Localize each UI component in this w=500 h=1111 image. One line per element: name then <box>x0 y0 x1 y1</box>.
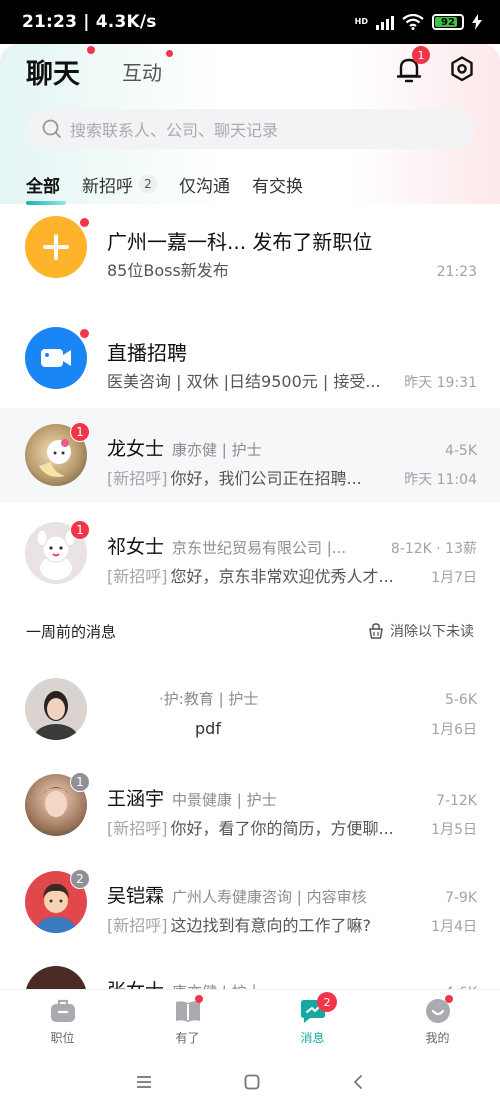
unread-dot <box>80 329 89 338</box>
nav-messages-badge: 2 <box>317 992 337 1012</box>
title-unread-dot <box>87 46 95 54</box>
unread-badge: 1 <box>70 772 90 792</box>
battery-icon: 92 <box>432 14 464 30</box>
tab-exchanged[interactable]: 有交换 <box>252 172 303 197</box>
contact-company: 康亦健 | 护士 <box>172 441 262 459</box>
conversation-message: 医美咨询 | 双休 |日结9500元 | 接受... <box>107 372 381 391</box>
clear-unread-button[interactable]: 消除以下未读 <box>367 621 474 641</box>
conversation-time: 昨天 11:04 <box>404 472 477 488</box>
contact-company: 京东世纪贸易有限公司 |... <box>172 539 347 557</box>
salary-range: 7-9K <box>444 890 477 906</box>
signal-icon <box>376 14 394 30</box>
tab-communicated-only[interactable]: 仅沟通 <box>179 172 230 197</box>
wifi-icon <box>402 14 424 30</box>
salary-range: 5-6K <box>444 692 477 708</box>
avatar <box>25 327 87 389</box>
hd-indicator: HD <box>354 17 368 26</box>
conversation-time: 1月5日 <box>431 822 477 838</box>
contact-name: 祁女士 <box>107 536 165 558</box>
nav-me[interactable]: 我的 <box>375 990 500 1053</box>
unread-badge: 1 <box>70 422 90 442</box>
briefcase-icon <box>50 999 75 1022</box>
search-input[interactable]: 搜索联系人、公司、聊天记录 <box>26 109 474 149</box>
unread-badge: 2 <box>70 869 90 889</box>
plus-icon <box>43 234 69 260</box>
search-icon <box>42 119 61 138</box>
new-greeting-tag: [新招呼] <box>107 567 168 586</box>
filter-tabs: 全部 新招呼 2 仅沟通 有交换 <box>26 168 325 205</box>
conversation-message: 85位Boss新发布 <box>107 261 229 280</box>
older-messages-header: 一周前的消息 消除以下未读 <box>26 620 474 642</box>
unread-dot <box>80 218 89 227</box>
conversation-title: 广州一嘉一科... 发布了新职位 <box>107 230 373 254</box>
contact-name: 吴铠霖 <box>107 885 165 907</box>
conversation-item[interactable]: 1 祁女士 京东世纪贸易有限公司 |... 8-12K · 13薪 [新招呼] … <box>0 506 500 600</box>
charging-icon <box>472 14 482 30</box>
salary-range: 7-12K <box>436 793 477 809</box>
broom-icon <box>369 623 383 639</box>
header: 聊天 互动 1 <box>0 44 500 108</box>
tab-all[interactable]: 全部 <box>26 172 66 205</box>
contact-name: 龙女士 <box>107 438 165 460</box>
conversation-time: 21:23 <box>436 264 477 280</box>
conversation-time: 昨天 19:31 <box>404 375 477 391</box>
unread-badge: 1 <box>70 520 90 540</box>
nav-jobs[interactable]: 职位 <box>0 990 125 1053</box>
section-label: 一周前的消息 <box>26 622 117 641</box>
conversation-message: 你好，看了你的简历，方便聊... <box>170 819 394 838</box>
conversation-time: 1月4日 <box>431 919 477 935</box>
conversation-time: 1月7日 <box>431 570 477 586</box>
conversation-message: pdf <box>195 719 221 738</box>
new-greeting-count: 2 <box>139 175 157 193</box>
tab-interaction[interactable]: 互动 <box>122 57 162 86</box>
conversation-job-posts[interactable]: 广州一嘉一科... 发布了新职位 85位Boss新发布 21:23 <box>0 200 500 294</box>
new-greeting-tag: [新招呼] <box>107 469 168 488</box>
contact-company: 中景健康 | 护士 <box>172 791 277 809</box>
conversation-message: 这边找到有意向的工作了嘛? <box>170 916 372 935</box>
avatar-image <box>34 691 78 740</box>
notification-badge: 1 <box>412 46 430 64</box>
salary-range: 4-5K <box>444 443 477 459</box>
conversation-item[interactable]: 1 王涵宇 中景健康 | 护士 7-12K [新招呼] 你好，看了你的简历，方便… <box>0 758 500 852</box>
tab-new-greeting[interactable]: 新招呼 2 <box>82 172 157 197</box>
menu-icon[interactable] <box>136 1075 152 1089</box>
contact-company: ·护:教育 | 护士 <box>159 690 259 708</box>
home-icon[interactable] <box>244 1074 260 1090</box>
interaction-unread-dot <box>166 50 173 57</box>
nav-have[interactable]: 有了 <box>125 990 250 1053</box>
back-icon[interactable] <box>352 1074 364 1090</box>
conversation-message: 您好，京东非常欢迎优秀人才... <box>170 567 394 586</box>
page-title: 聊天 <box>26 59 80 90</box>
conversation-item[interactable]: ·护:教育 | 护士 5-6K pdf 1月6日 <box>0 662 500 756</box>
system-navigation-bar <box>0 1053 500 1111</box>
nav-messages[interactable]: 2 消息 <box>250 990 375 1053</box>
new-greeting-tag: [新招呼] <box>107 916 168 935</box>
bottom-navigation: 职位 有了 2 消息 我的 <box>0 989 500 1053</box>
avatar <box>25 678 87 740</box>
conversation-title: 直播招聘 <box>107 341 187 365</box>
contact-name: 王涵宇 <box>107 788 165 810</box>
new-greeting-tag: [新招呼] <box>107 819 168 838</box>
search-placeholder: 搜索联系人、公司、聊天记录 <box>70 121 279 140</box>
conversation-time: 1月6日 <box>431 722 477 738</box>
nav-unread-dot <box>195 995 203 1003</box>
status-time: 21:23 | 4.3K/s <box>22 12 157 32</box>
status-bar: 21:23 | 4.3K/s HD 92 <box>0 0 500 44</box>
avatar <box>25 216 87 278</box>
settings-icon[interactable] <box>449 55 475 83</box>
video-camera-icon <box>41 349 71 367</box>
conversation-message: 你好，我们公司正在招聘... <box>170 469 362 488</box>
contact-company: 广州人寿健康咨询 | 内容审核 <box>172 888 367 906</box>
conversation-live-recruiting[interactable]: 直播招聘 医美咨询 | 双休 |日结9500元 | 接受... 昨天 19:31 <box>0 311 500 405</box>
salary-range: 8-12K · 13薪 <box>390 541 477 557</box>
conversation-item[interactable]: 2 吴铠霖 广州人寿健康咨询 | 内容审核 7-9K [新招呼] 这边找到有意向… <box>0 855 500 949</box>
conversation-item[interactable]: 1 龙女士 康亦健 | 护士 4-5K [新招呼] 你好，我们公司正在招聘...… <box>0 408 500 502</box>
nav-unread-dot <box>445 995 453 1003</box>
